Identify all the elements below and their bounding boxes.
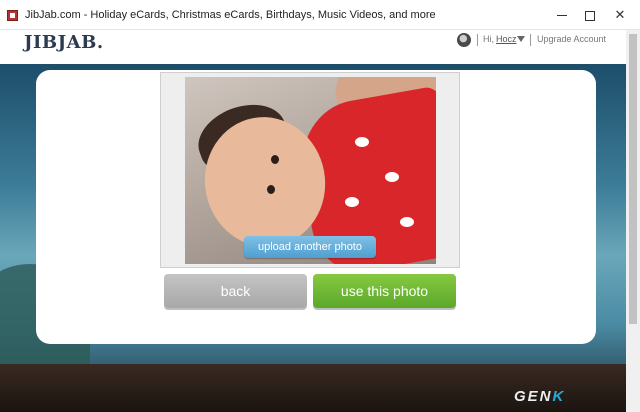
photo-eye [267, 185, 275, 194]
genk-watermark: GENK [514, 388, 565, 405]
divider [530, 34, 531, 46]
back-button[interactable]: back [164, 274, 307, 308]
site-header: JIBJAB. Hi, Hocz Upgrade Account [0, 30, 626, 64]
window-titlebar: JibJab.com - Holiday eCards, Christmas e… [0, 0, 640, 30]
photo-eye [271, 155, 279, 164]
close-button[interactable]: ✕ [604, 0, 636, 30]
jibjab-logo[interactable]: JIBJAB. [24, 32, 104, 53]
photo-shirt-pattern [355, 137, 369, 147]
window-title: JibJab.com - Holiday eCards, Christmas e… [25, 9, 436, 21]
jibjab-app-icon [7, 10, 18, 21]
maximize-icon [585, 10, 595, 21]
greeting-text: Hi, [483, 34, 494, 44]
username-link[interactable]: Hocz [496, 34, 517, 44]
scrollbar[interactable] [626, 30, 640, 412]
chevron-down-icon[interactable] [517, 36, 525, 42]
maximize-button[interactable] [574, 0, 606, 30]
watermark-accent: K [552, 388, 566, 405]
photo-shirt-pattern [385, 172, 399, 182]
minimize-icon [557, 15, 567, 17]
divider [477, 34, 478, 46]
photo-shirt-pattern [345, 197, 359, 207]
use-this-photo-button[interactable]: use this photo [313, 274, 456, 308]
scrollbar-thumb[interactable] [629, 34, 637, 324]
watermark-text: GEN [514, 388, 553, 405]
close-icon: ✕ [614, 7, 626, 22]
photo-shirt-pattern [400, 217, 414, 227]
upgrade-account-link[interactable]: Upgrade Account [537, 34, 606, 44]
upload-another-photo-button[interactable]: upload another photo [244, 236, 376, 258]
avatar[interactable] [457, 33, 471, 47]
